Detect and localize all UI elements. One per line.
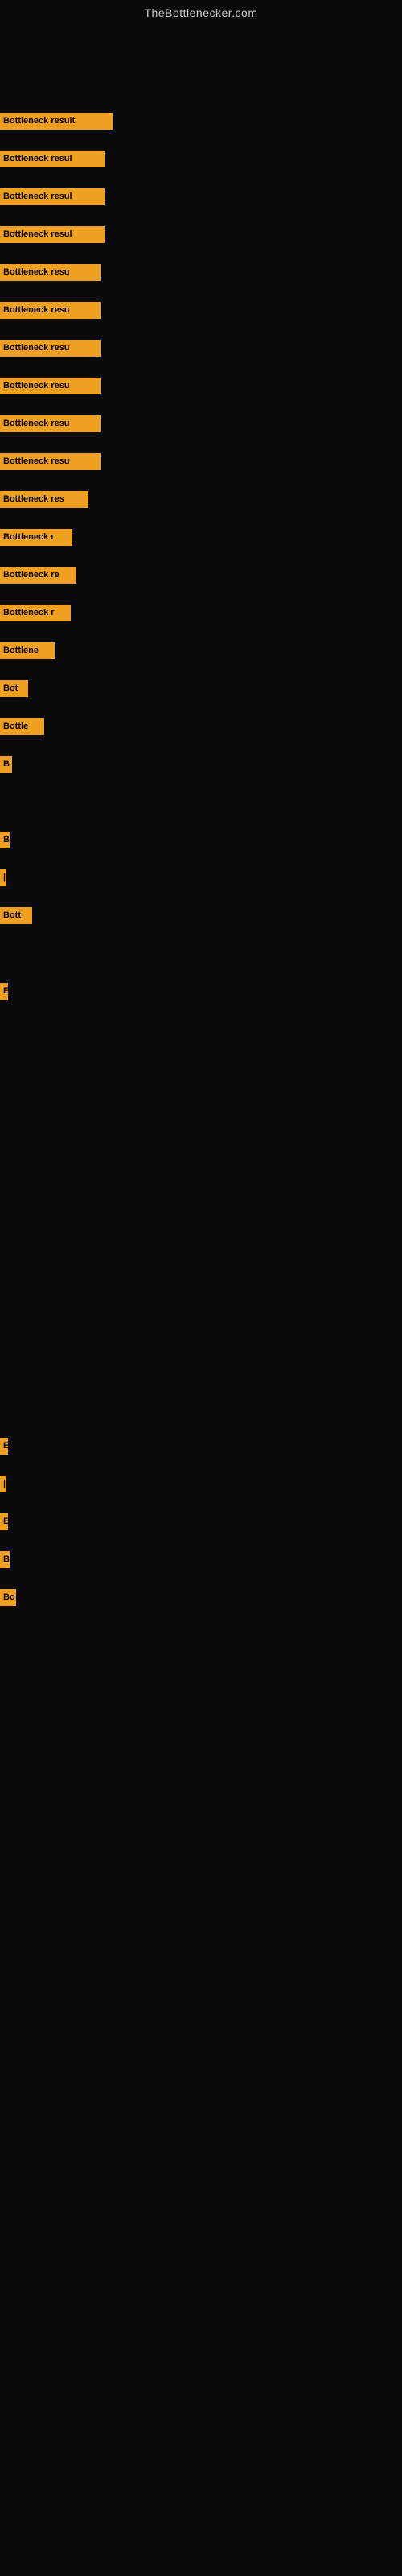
bar-label: Bottleneck resul	[0, 226, 105, 243]
bar-row: Bott	[0, 907, 32, 924]
bar-row: Bottleneck resu	[0, 340, 100, 357]
bar-label: Bo	[0, 1589, 16, 1606]
bar-row: E	[0, 983, 8, 1000]
bar-label: B	[0, 832, 10, 848]
bar-row: Bottleneck resu	[0, 264, 100, 281]
bar-row: Bottleneck r	[0, 529, 72, 546]
bar-row: |	[0, 869, 6, 886]
bar-label: E	[0, 1513, 8, 1530]
bar-row: Bottleneck result	[0, 113, 113, 130]
bar-label: Bottleneck resu	[0, 302, 100, 319]
bar-row: Bottleneck resul	[0, 188, 105, 205]
bar-label: Bottlene	[0, 642, 55, 659]
bar-label: B	[0, 756, 12, 773]
site-title: TheBottlenecker.com	[0, 0, 402, 23]
bar-label: Bottleneck result	[0, 113, 113, 130]
bar-row: Bottleneck resul	[0, 151, 105, 167]
bar-row: B	[0, 1551, 10, 1568]
bar-label: Bottleneck r	[0, 605, 71, 621]
bar-row: Bottleneck resul	[0, 226, 105, 243]
bar-label: Bottle	[0, 718, 44, 735]
bar-row: B	[0, 832, 10, 848]
bar-label: Bottleneck resu	[0, 453, 100, 470]
bar-label: |	[0, 1476, 6, 1492]
bar-row: Bottleneck res	[0, 491, 88, 508]
bar-row: Bottleneck resu	[0, 378, 100, 394]
bar-label: Bottleneck re	[0, 567, 76, 584]
bar-label: B	[0, 1551, 10, 1568]
bar-row: Bottleneck resu	[0, 453, 100, 470]
bar-row: |	[0, 1476, 6, 1492]
bar-label: E	[0, 983, 8, 1000]
bar-label: Bottleneck resul	[0, 188, 105, 205]
bar-row: Bottleneck r	[0, 605, 71, 621]
bar-row: E	[0, 1513, 8, 1530]
bar-row: Bot	[0, 680, 28, 697]
bar-row: E	[0, 1438, 8, 1455]
bar-label: Bottleneck resu	[0, 415, 100, 432]
bar-row: Bottle	[0, 718, 44, 735]
bar-row: Bo	[0, 1589, 16, 1606]
bar-row: Bottlene	[0, 642, 55, 659]
bar-label: E	[0, 1438, 8, 1455]
bar-label: Bott	[0, 907, 32, 924]
bar-label: Bottleneck resu	[0, 340, 100, 357]
bar-row: Bottleneck resu	[0, 415, 100, 432]
bar-label: Bottleneck r	[0, 529, 72, 546]
bar-label: Bottleneck resu	[0, 264, 100, 281]
bar-label: Bottleneck res	[0, 491, 88, 508]
bar-row: Bottleneck resu	[0, 302, 100, 319]
bar-row: Bottleneck re	[0, 567, 76, 584]
bar-label: Bottleneck resul	[0, 151, 105, 167]
bar-label: |	[0, 869, 6, 886]
bar-row: B	[0, 756, 12, 773]
bar-label: Bot	[0, 680, 28, 697]
bar-label: Bottleneck resu	[0, 378, 100, 394]
